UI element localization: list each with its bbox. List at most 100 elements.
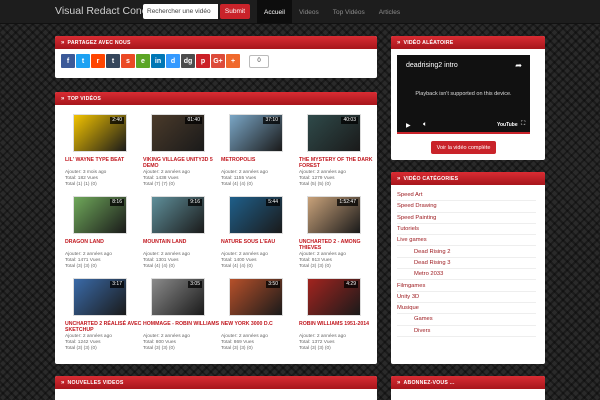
video-votes: Total (3) (3) (0) <box>143 346 175 351</box>
video-votes: Total (4) (4) (0) <box>221 182 253 187</box>
category-divers[interactable]: Divers <box>397 326 536 337</box>
chevron-right-icon: » <box>397 379 401 386</box>
category-games[interactable]: Games <box>397 314 536 326</box>
linkedin-icon[interactable]: in <box>151 54 165 68</box>
reddit-icon[interactable]: r <box>91 54 105 68</box>
category-speed-drawing[interactable]: Speed Drawing <box>397 201 536 213</box>
nav-articles[interactable]: Articles <box>372 0 407 24</box>
random-video-title: Vidéo aléatoire <box>403 39 454 46</box>
evernote-icon[interactable]: e <box>136 54 150 68</box>
volume-icon[interactable]: 🔈︎ <box>423 121 427 129</box>
video-thumbnail[interactable]: 01:40 <box>151 114 205 152</box>
top-videos-panel: » Top Vidéos 2:40 LIL' WAYNE TYPE BEAT Ajo… <box>55 92 377 364</box>
video-votes: Total (5) (5) (0) <box>299 182 331 187</box>
video-thumbnail[interactable]: 9:16 <box>151 196 205 234</box>
play-icon[interactable]: ▶ <box>406 122 411 129</box>
video-thumbnail[interactable]: 1:52:47 <box>307 196 361 234</box>
video-title[interactable]: VIKING VILLAGE UNITY3D 5 DEMO <box>143 157 221 169</box>
video-thumbnail[interactable]: 8:16 <box>73 196 127 234</box>
category-speed-art[interactable]: Speed Art <box>397 190 536 202</box>
more-share-icon[interactable]: + <box>226 54 240 68</box>
video-duration: 9:16 <box>188 199 202 206</box>
video-title[interactable]: UNCHARTED 2 - AMONG THIEVES <box>299 239 377 251</box>
video-title[interactable]: METROPOLIS <box>221 157 299 163</box>
nav-top-vid-os[interactable]: Top Vidéos <box>326 0 372 24</box>
video-title[interactable]: ROBIN WILLIAMS 1951-2014 <box>299 321 377 327</box>
nav-videos[interactable]: Videos <box>292 0 326 24</box>
subscribe-header: » Abonnez-vous ... <box>391 376 545 389</box>
random-video-panel: » Vidéo aléatoire deadrising2 intro ➦ Pl… <box>391 36 545 160</box>
subscribe-panel: » Abonnez-vous ... <box>391 376 545 400</box>
chevron-right-icon: » <box>61 95 65 102</box>
twitter-icon[interactable]: t <box>76 54 90 68</box>
video-thumbnail[interactable]: 5:44 <box>229 196 283 234</box>
video-votes: Total (3) (3) (0) <box>65 346 97 351</box>
new-videos-header: » Nouvelles Videos <box>55 376 377 389</box>
video-thumbnail[interactable]: 40:03 <box>307 114 361 152</box>
video-duration: 5:44 <box>266 199 280 206</box>
fullscreen-icon[interactable]: ⛶ <box>521 121 525 128</box>
chevron-right-icon: » <box>61 379 65 386</box>
search-input[interactable] <box>143 4 218 19</box>
category-tutoriels[interactable]: Tutoriels <box>397 224 536 236</box>
video-duration: 8:16 <box>110 199 124 206</box>
watch-full-video-button[interactable]: Voir la vidéo complète <box>431 141 496 154</box>
category-unity-3d[interactable]: Unity 3D <box>397 292 536 303</box>
video-duration: 1:52:47 <box>337 199 358 206</box>
video-votes: Total (3) (3) (0) <box>299 264 331 269</box>
new-videos-panel: » Nouvelles Videos <box>55 376 377 400</box>
search-submit-button[interactable]: Submit <box>220 4 250 19</box>
player-title[interactable]: deadrising2 intro <box>406 62 458 69</box>
category-speed-painting[interactable]: Speed Painting <box>397 213 536 224</box>
video-votes: Total (3) (3) (0) <box>221 346 253 351</box>
video-votes: Total (4) (4) (0) <box>221 264 253 269</box>
video-duration: 3:50 <box>266 281 280 288</box>
category-live-games[interactable]: Live games <box>397 235 536 247</box>
googleplus-icon[interactable]: G+ <box>211 54 225 68</box>
video-player[interactable]: deadrising2 intro ➦ Playback isn't suppo… <box>397 55 530 134</box>
share-arrow-icon[interactable]: ➦ <box>515 61 522 70</box>
video-thumbnail[interactable]: 4:29 <box>307 278 361 316</box>
video-title[interactable]: UNCHARTED 2 RÉALISÉ AVEC SKETCHUP <box>65 321 143 333</box>
stumbleupon-icon[interactable]: s <box>121 54 135 68</box>
video-votes: Total (7) (7) (0) <box>143 182 175 187</box>
top-videos-header: » Top Vidéos <box>55 92 377 105</box>
youtube-logo-icon[interactable]: YouTube <box>497 122 518 128</box>
video-thumbnail[interactable]: 37:10 <box>229 114 283 152</box>
video-duration: 40:03 <box>341 117 358 124</box>
video-duration: 3:05 <box>188 281 202 288</box>
share-count: 0 <box>249 54 269 68</box>
delicious-icon[interactable]: d <box>166 54 180 68</box>
progress-bar[interactable] <box>397 132 530 134</box>
video-title[interactable]: MOUNTAIN LAND <box>143 239 221 245</box>
video-thumbnail[interactable]: 3:17 <box>73 278 127 316</box>
player-message: Playback isn't supported on this device. <box>415 91 512 97</box>
pinterest-icon[interactable]: p <box>196 54 210 68</box>
facebook-icon[interactable]: f <box>61 54 75 68</box>
video-votes: Total (3) (3) (0) <box>299 346 331 351</box>
category-musique[interactable]: Musique <box>397 303 536 315</box>
category-filmgames[interactable]: Filmgames <box>397 280 536 292</box>
video-title[interactable]: NATURE SOUS L'EAU <box>221 239 299 245</box>
video-duration: 4:29 <box>344 281 358 288</box>
video-title[interactable]: DRAGON LAND <box>65 239 143 245</box>
categories-title: Vidéo Catégories <box>403 175 459 182</box>
video-title[interactable]: LIL' WAYNE TYPE BEAT <box>65 157 143 163</box>
category-metro-2033[interactable]: Metro 2033 <box>397 269 536 281</box>
video-title[interactable]: HOMMAGE - ROBIN WILLIAMS <box>143 321 221 327</box>
category-dead-rising-2[interactable]: Dead Rising 2 <box>397 247 536 258</box>
share-panel-header: » Partagez avec nous <box>55 36 377 49</box>
nav-accueil[interactable]: Accueil <box>257 0 292 24</box>
video-thumbnail[interactable]: 3:05 <box>151 278 205 316</box>
tumblr-icon[interactable]: t <box>106 54 120 68</box>
video-title[interactable]: THE MYSTERY OF THE DARK FOREST <box>299 157 377 169</box>
share-panel: » Partagez avec nous f t r t s e in d dg p G+ +0 <box>55 36 377 78</box>
video-votes: Total (4) (4) (0) <box>143 264 175 269</box>
video-votes: Total (3) (3) (0) <box>65 264 97 269</box>
main-nav: Accueil Videos Top Vidéos Articles <box>257 0 407 24</box>
video-thumbnail[interactable]: 2:40 <box>73 114 127 152</box>
video-title[interactable]: NEW YORK 3000 D.C <box>221 321 299 327</box>
digg-icon[interactable]: dg <box>181 54 195 68</box>
video-thumbnail[interactable]: 3:50 <box>229 278 283 316</box>
category-dead-rising-3[interactable]: Dead Rising 3 <box>397 258 536 270</box>
